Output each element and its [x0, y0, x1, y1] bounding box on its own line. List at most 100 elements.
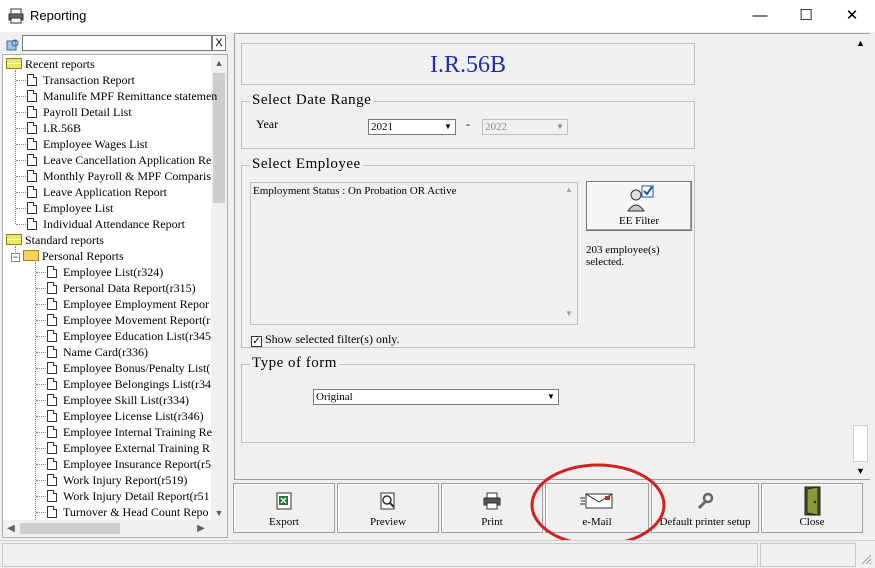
default-printer-setup-label: Default printer setup: [659, 516, 751, 528]
scroll-up-icon: ▲: [565, 185, 573, 194]
tree-folder-personal-reports[interactable]: − Personal Reports: [11, 248, 124, 264]
tree-item-report[interactable]: Individual Attendance Report: [27, 216, 185, 232]
main-vertical-scrollbar[interactable]: ▲ ▼: [851, 34, 870, 479]
tree-item-report-label: Personal Data Report(r315): [63, 281, 196, 295]
scroll-left-icon[interactable]: ◀: [3, 520, 19, 537]
report-search-input[interactable]: [22, 35, 212, 51]
report-document-icon: [47, 458, 57, 470]
export-button[interactable]: Export: [233, 483, 335, 533]
report-document-icon: [47, 266, 57, 278]
resize-grip-icon[interactable]: [860, 553, 872, 565]
report-document-icon: [27, 138, 37, 150]
close-label: Close: [799, 516, 825, 528]
close-button[interactable]: Close: [761, 483, 863, 533]
scroll-down-icon: ▼: [565, 309, 573, 318]
tree-group-standard[interactable]: Standard reports: [6, 232, 104, 248]
tree-item-report[interactable]: Employee Employment Repor: [47, 296, 209, 312]
clear-search-button[interactable]: X: [212, 35, 226, 51]
tree-item-report[interactable]: Employee Wages List: [27, 136, 148, 152]
status-pane-main: [2, 543, 758, 567]
tree-item-report[interactable]: Employee Belongings List(r34: [47, 376, 211, 392]
tree-item-report[interactable]: Employee Skill List(r334): [47, 392, 189, 408]
minimize-button[interactable]: —: [737, 0, 783, 32]
tree-item-report[interactable]: Name Card(r336): [47, 344, 148, 360]
tree-connector: [36, 416, 46, 417]
tree-item-report[interactable]: Employee Movement Report(r: [47, 312, 210, 328]
tree-item-report[interactable]: Leave Application Report: [27, 184, 167, 200]
tree-item-report-label: Employee Insurance Report(r5: [63, 457, 211, 471]
tree-item-report[interactable]: Work Injury Detail Report(r51: [47, 488, 210, 504]
tree-horizontal-scrollbar[interactable]: ◀ ▶: [3, 520, 227, 537]
employee-filter-textarea[interactable]: Employment Status : On Probation OR Acti…: [250, 182, 578, 325]
status-bar: [0, 540, 875, 568]
tree-connector: [16, 160, 26, 161]
title-bar: Reporting — ☐ ✕: [0, 0, 875, 32]
tree-item-report[interactable]: Payroll Detail List: [27, 104, 132, 120]
year-from-select[interactable]: 2021 ▼: [368, 119, 456, 135]
tree-connector: [36, 320, 46, 321]
scroll-right-icon[interactable]: ▶: [193, 520, 209, 537]
ee-filter-button[interactable]: EE Filter: [586, 181, 692, 231]
email-button[interactable]: e-Mail: [545, 483, 649, 533]
tree-item-report[interactable]: Employee Insurance Report(r5: [47, 456, 211, 472]
scroll-down-icon[interactable]: ▼: [211, 505, 227, 521]
tree-connector: [36, 432, 46, 433]
scroll-down-icon[interactable]: ▼: [851, 463, 870, 479]
door-icon: [804, 486, 821, 516]
tree-item-report[interactable]: Personal Data Report(r315): [47, 280, 196, 296]
filter-description: Employment Status : On Probation OR Acti…: [253, 185, 457, 197]
tree-vertical-scrollbar[interactable]: ▲ ▼: [211, 55, 227, 521]
tree-connector: [36, 384, 46, 385]
folder-icon: [23, 250, 39, 261]
tree-item-report[interactable]: Employee License List(r346): [47, 408, 204, 424]
show-selected-label: Show selected filter(s) only.: [265, 332, 400, 346]
tree-item-report[interactable]: Employee External Training R: [47, 440, 210, 456]
chevron-down-icon[interactable]: ▼: [544, 390, 558, 404]
tree-item-report[interactable]: Leave Cancellation Application Re: [27, 152, 211, 168]
report-document-icon: [47, 394, 57, 406]
report-form-title: I.R.56B: [241, 43, 695, 85]
tree-group-recent[interactable]: Recent reports: [6, 56, 95, 72]
show-selected-checkbox[interactable]: ✓: [251, 336, 262, 347]
form-type-select[interactable]: Original ▼: [313, 389, 559, 405]
select-employee-legend: Select Employee: [250, 156, 363, 173]
scroll-up-icon[interactable]: ▲: [211, 55, 227, 71]
chevron-down-icon[interactable]: ▼: [441, 120, 455, 134]
tree-item-report[interactable]: Monthly Payroll & MPF Comparis: [27, 168, 211, 184]
default-printer-setup-button[interactable]: Default printer setup: [651, 483, 759, 533]
maximize-button[interactable]: ☐: [783, 0, 829, 32]
tree-item-report[interactable]: Work Injury Report(r519): [47, 472, 187, 488]
tree-item-report[interactable]: Employee List: [27, 200, 113, 216]
main-scroll-thumb[interactable]: [853, 425, 868, 462]
tree-item-report[interactable]: I.R.56B: [27, 120, 81, 136]
tree-item-report-label: Employee Education List(r345: [63, 329, 211, 343]
type-of-form-legend: Type of form: [250, 355, 339, 372]
report-document-icon: [47, 330, 57, 342]
report-document-icon: [27, 154, 37, 166]
report-document-icon: [27, 74, 37, 86]
tree-item-report[interactable]: Employee List(r324): [47, 264, 163, 280]
tree-item-report-label: Employee List(r324): [63, 265, 164, 279]
tree-connector: [15, 246, 16, 254]
tree-connector: [36, 368, 46, 369]
tree-item-report-label: Employee Belongings List(r34: [63, 377, 211, 391]
year-label: Year: [256, 117, 279, 131]
print-button[interactable]: Print: [441, 483, 543, 533]
report-document-icon: [27, 218, 37, 230]
tree-item-report[interactable]: Transaction Report: [27, 72, 135, 88]
tree-item-report[interactable]: Employee Bonus/Penalty List(: [47, 360, 210, 376]
preview-button[interactable]: Preview: [337, 483, 439, 533]
chevron-down-icon: ▼: [556, 122, 564, 131]
scroll-up-icon[interactable]: ▲: [851, 35, 870, 51]
show-selected-filter-option[interactable]: ✓ Show selected filter(s) only.: [251, 332, 400, 347]
tree-item-report[interactable]: Turnover & Head Count Repo: [47, 504, 209, 520]
tree-item-report[interactable]: Employee Education List(r345: [47, 328, 211, 344]
close-window-button[interactable]: ✕: [829, 0, 875, 32]
tree-item-report-label: Employee External Training R: [63, 441, 210, 455]
ee-filter-label: EE Filter: [618, 215, 660, 227]
tree-hscroll-thumb[interactable]: [20, 523, 120, 534]
tree-item-report[interactable]: Employee Internal Training Re: [47, 424, 212, 440]
report-tree[interactable]: ▲ ▼ ◀ ▶ Recent reports Transaction Report…: [2, 54, 228, 538]
collapse-icon[interactable]: −: [11, 253, 20, 262]
tree-item-report[interactable]: Manulife MPF Remittance statemen: [27, 88, 217, 104]
